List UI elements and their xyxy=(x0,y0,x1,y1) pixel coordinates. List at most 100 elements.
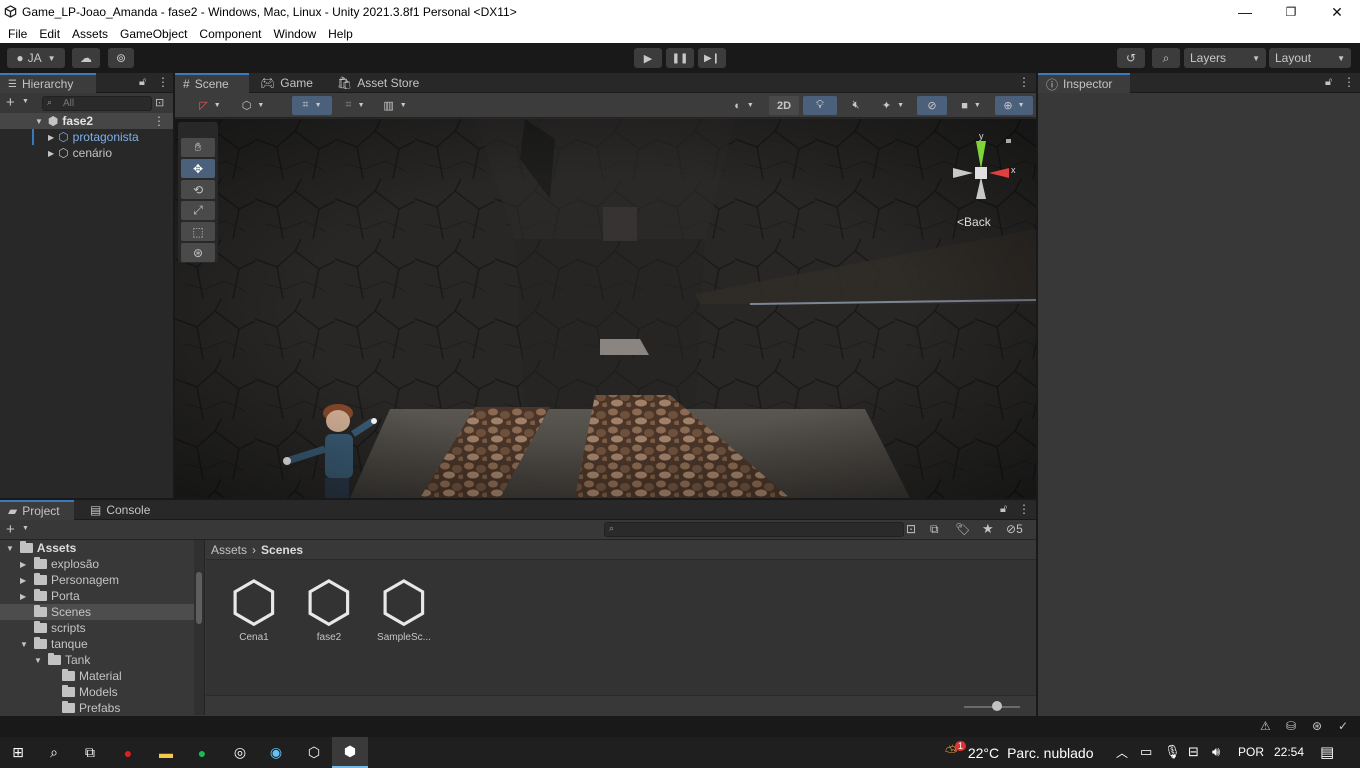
cache-server-icon[interactable]: ⛁ xyxy=(1286,719,1296,733)
lock-icon[interactable]: 🔓︎ xyxy=(1000,503,1007,516)
panel-menu-icon[interactable]: ⋮ xyxy=(1343,75,1355,89)
search-button[interactable]: ⌕ xyxy=(1152,48,1180,68)
tree-item[interactable]: ▼ tanque xyxy=(0,636,204,652)
rect-tool-button[interactable]: ⬚ xyxy=(181,222,215,241)
asset-fase2[interactable]: ⬡ fase2 xyxy=(297,572,361,644)
auto-generate-lighting-icon[interactable]: ⊛ xyxy=(1312,719,1322,733)
expand-arrow-icon[interactable]: ▶ xyxy=(48,149,54,158)
panel-menu-icon[interactable]: ⋮ xyxy=(157,75,169,89)
taskbar-spotify[interactable]: ● xyxy=(184,737,220,768)
hierarchy-search-input[interactable]: ⌕ All xyxy=(42,96,152,111)
hand-tool-button[interactable]: ✋︎ xyxy=(181,138,215,157)
volume-icon[interactable]: 🔊︎ xyxy=(1212,744,1220,760)
tab-inspector[interactable]: ⓘ Inspector xyxy=(1038,73,1130,93)
chevron-down-icon[interactable]: ▼ xyxy=(22,525,29,532)
project-search-input[interactable]: ⌕ xyxy=(604,522,904,537)
tab-game[interactable]: 🎮︎ Game xyxy=(252,73,324,93)
lock-icon[interactable]: 🔓︎ xyxy=(1325,76,1332,89)
tab-scene[interactable]: # Scene xyxy=(175,73,249,93)
account-dropdown[interactable]: ● JA ▼ xyxy=(7,48,65,68)
debug-off-icon[interactable]: ⚠ xyxy=(1260,719,1271,733)
menu-file[interactable]: File xyxy=(8,27,27,41)
tray-app-icon[interactable]: ▭ xyxy=(1140,744,1152,760)
render-mode-dropdown[interactable]: ⬡ ▼ xyxy=(233,96,273,115)
panel-menu-icon[interactable]: ⋮ xyxy=(1018,502,1030,516)
tree-item[interactable]: ▶ Porta xyxy=(0,588,204,604)
filter-type-icon[interactable]: ⧉ xyxy=(930,522,939,537)
scene-visibility-toggle[interactable]: ⊘ xyxy=(917,96,947,115)
tab-project[interactable]: ▰ Project xyxy=(0,500,74,520)
microphone-icon[interactable]: 🎙︎ xyxy=(1164,744,1181,760)
expand-arrow-icon[interactable]: ▼ xyxy=(20,640,28,649)
add-icon[interactable]: + xyxy=(6,94,15,111)
tab-asset-store[interactable]: 🛍︎ Asset Store xyxy=(329,73,429,93)
tree-item[interactable]: Prefabs xyxy=(0,700,204,715)
increment-snap-dropdown[interactable]: ▥ ▼ xyxy=(377,96,413,115)
gizmos-dropdown[interactable]: ⊕ ▼ xyxy=(995,96,1033,115)
task-view-button[interactable]: ⧉ xyxy=(72,737,108,768)
move-tool-button[interactable]: ✥ xyxy=(181,159,215,178)
close-button[interactable]: ✕ xyxy=(1314,0,1360,24)
add-icon[interactable]: + xyxy=(6,521,15,538)
search-by-type-icon[interactable]: ⊡ xyxy=(906,522,916,536)
tree-item[interactable]: ▶ explosão xyxy=(0,556,204,572)
rotate-tool-button[interactable]: ⟲ xyxy=(181,180,215,199)
tree-scrollbar-thumb[interactable] xyxy=(196,572,202,624)
clock[interactable]: 22:54 xyxy=(1274,745,1304,759)
breadcrumb-scenes[interactable]: Scenes xyxy=(261,543,303,557)
pause-button[interactable]: ❚❚ xyxy=(666,48,694,68)
expand-arrow-icon[interactable]: ▶ xyxy=(20,576,28,585)
scale-tool-button[interactable]: ⤢ xyxy=(181,201,215,220)
label-tag-icon[interactable]: 🏷︎ xyxy=(955,522,970,536)
expand-arrow-icon[interactable]: ▶ xyxy=(20,560,28,569)
tree-item[interactable]: ▼ Tank xyxy=(0,652,204,668)
scene-menu-icon[interactable]: ⋮ xyxy=(153,114,165,128)
snap-grid-toggle[interactable]: ⌗ ▼ xyxy=(292,96,332,115)
grid-visibility-dropdown[interactable]: ⌗ ▼ xyxy=(335,96,375,115)
collab-button[interactable]: ⊚ xyxy=(108,48,134,68)
hidden-packages-toggle[interactable]: ⊘ 5 xyxy=(1006,522,1023,536)
menu-assets[interactable]: Assets xyxy=(72,27,108,41)
network-icon[interactable]: ⊟ xyxy=(1188,744,1199,760)
tree-root-assets[interactable]: ▼ Assets xyxy=(0,540,204,556)
breadcrumb-assets[interactable]: Assets xyxy=(211,543,247,557)
tree-item[interactable]: ▶ Personagem xyxy=(0,572,204,588)
tab-console[interactable]: ▤ Console xyxy=(82,500,162,520)
expand-arrow-icon[interactable]: ▼ xyxy=(35,117,43,126)
menu-edit[interactable]: Edit xyxy=(39,27,60,41)
hierarchy-scene-row[interactable]: ▼ ⬢ fase2 ⋮ xyxy=(0,113,173,129)
minimize-button[interactable]: — xyxy=(1222,0,1268,24)
search-button[interactable]: ⌕ xyxy=(36,737,72,768)
tree-item[interactable]: Models xyxy=(0,684,204,700)
transform-tool-button[interactable]: ⊛ xyxy=(181,243,215,262)
tree-item[interactable]: scripts xyxy=(0,620,204,636)
play-button[interactable]: ▶ xyxy=(634,48,662,68)
layers-dropdown[interactable]: Layers ▼ xyxy=(1184,48,1266,68)
asset-cena1[interactable]: ⬡ Cena1 xyxy=(222,572,286,644)
notifications-icon[interactable]: ▤ xyxy=(1320,743,1334,761)
draw-mode-dropdown[interactable]: ◸ ▼ xyxy=(190,96,230,115)
menu-help[interactable]: Help xyxy=(328,27,353,41)
panel-menu-icon[interactable]: ⋮ xyxy=(1018,75,1030,89)
maximize-button[interactable]: ❐ xyxy=(1268,0,1314,24)
weather-widget[interactable]: ⛅︎ 1 22°C Parc. nublado xyxy=(945,737,1094,768)
expand-arrow-icon[interactable]: ▼ xyxy=(34,656,42,665)
chevron-up-icon[interactable]: ︿ xyxy=(1116,744,1128,761)
search-options-icon[interactable]: ⊡ xyxy=(155,96,164,109)
tree-item[interactable]: Material xyxy=(0,668,204,684)
scene-camera-dropdown[interactable]: ■ ▼ xyxy=(951,96,991,115)
expand-arrow-icon[interactable]: ▼ xyxy=(6,544,14,553)
shading-mode-dropdown[interactable]: ◐ ▼ xyxy=(724,96,764,115)
icon-size-slider-thumb[interactable] xyxy=(992,701,1002,711)
orientation-gizmo[interactable]: y x <Back xyxy=(945,127,1025,232)
taskbar-file-explorer[interactable]: ▬ xyxy=(148,737,184,768)
undo-history-button[interactable]: ↺ xyxy=(1117,48,1145,68)
expand-arrow-icon[interactable]: ▶ xyxy=(20,592,28,601)
cloud-button[interactable]: ☁ xyxy=(72,48,100,68)
expand-arrow-icon[interactable]: ▶ xyxy=(48,133,54,142)
lighting-toggle[interactable]: 💡︎ xyxy=(803,96,837,115)
start-button[interactable]: ⊞ xyxy=(0,737,36,768)
progress-check-icon[interactable]: ✓ xyxy=(1338,719,1348,733)
scene-viewport[interactable]: ✋︎ ✥ ⟲ ⤢ ⬚ ⊛ y x <Back xyxy=(175,119,1036,498)
lock-icon[interactable]: 🔓︎ xyxy=(139,76,146,89)
